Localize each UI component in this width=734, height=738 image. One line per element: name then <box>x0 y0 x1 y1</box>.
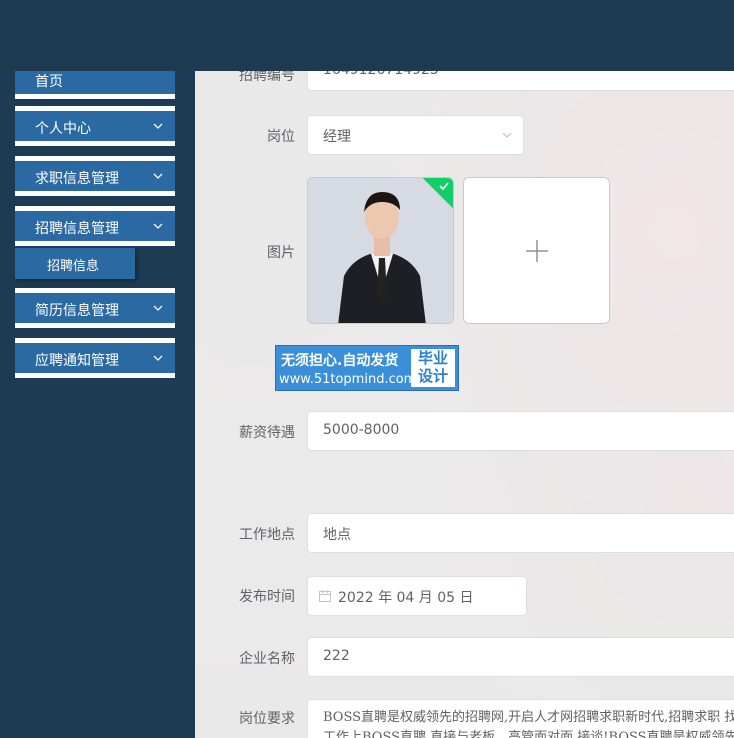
salary-label: 薪资待遇 <box>239 425 295 441</box>
top-header-bar <box>0 0 734 71</box>
calendar-icon <box>319 590 331 602</box>
sidebar-item-label: 应聘通知管理 <box>35 353 119 369</box>
promo-line2: www.51topmind.com <box>279 372 417 387</box>
location-field[interactable]: 地点 <box>307 513 734 553</box>
chevron-down-icon <box>153 123 163 129</box>
sidebar-item-label: 招聘信息管理 <box>35 221 119 237</box>
chevron-down-icon <box>153 355 163 361</box>
recruit-no-label: 招聘编号 <box>239 71 295 84</box>
person-photo <box>308 178 453 323</box>
upload-button[interactable] <box>463 177 610 324</box>
publish-time-field[interactable]: 2022 年 04 月 05 日 <box>307 576 527 616</box>
chevron-down-icon <box>153 305 163 311</box>
sidebar: 首页 个人中心 求职信息管理 招聘信息管理 招聘信息 简历信息管理 应聘通知管理 <box>0 59 195 738</box>
publish-time-label: 发布时间 <box>239 589 295 605</box>
chevron-down-icon <box>153 223 163 229</box>
promo-tag: 毕业 设计 <box>411 349 455 387</box>
check-icon <box>439 182 449 191</box>
position-value: 经理 <box>323 129 351 145</box>
company-label: 企业名称 <box>239 651 295 667</box>
location-value: 地点 <box>323 527 351 543</box>
main-content: 招聘编号 1649126714925 岗位 经理 图片 <box>195 71 734 738</box>
recruit-no-field[interactable]: 1649126714925 <box>307 71 734 91</box>
requirements-value: BOSS直聘是权威领先的招聘网,开启人才网招聘求职新时代,招聘求职 找工作上BO… <box>323 710 734 738</box>
sidebar-item-job-seeking[interactable]: 求职信息管理 <box>15 156 175 196</box>
promo-line1: 无须担心.自动发货 <box>281 353 399 369</box>
image-label: 图片 <box>267 245 295 261</box>
sidebar-item-resume[interactable]: 简历信息管理 <box>15 288 175 328</box>
recruit-no-value: 1649126714925 <box>323 71 439 78</box>
sidebar-item-label: 简历信息管理 <box>35 303 119 319</box>
plus-icon <box>526 240 548 262</box>
position-label: 岗位 <box>267 129 295 145</box>
sidebar-item-interview-notice[interactable]: 应聘通知管理 <box>15 338 175 378</box>
chevron-down-icon <box>153 173 163 179</box>
requirements-textarea[interactable]: BOSS直聘是权威领先的招聘网,开启人才网招聘求职新时代,招聘求职 找工作上BO… <box>307 699 734 738</box>
company-field[interactable]: 222 <box>307 637 734 677</box>
publish-time-value: 2022 年 04 月 05 日 <box>338 590 474 606</box>
sidebar-item-recruitment[interactable]: 招聘信息管理 <box>15 206 175 246</box>
requirements-label: 岗位要求 <box>239 711 295 727</box>
sidebar-item-personal-center[interactable]: 个人中心 <box>15 106 175 146</box>
company-value: 222 <box>323 648 350 664</box>
submenu-item-recruitment-info[interactable]: 招聘信息 <box>15 248 135 279</box>
promo-banner: 无须担心.自动发货 www.51topmind.com 毕业 设计 <box>275 345 459 391</box>
location-label: 工作地点 <box>239 527 295 543</box>
promo-tag-line2: 设计 <box>417 367 448 385</box>
sidebar-item-label: 首页 <box>35 74 63 90</box>
submenu-item-label: 招聘信息 <box>47 259 100 274</box>
sidebar-item-label: 个人中心 <box>35 121 91 137</box>
sidebar-item-label: 求职信息管理 <box>35 171 119 187</box>
promo-tag-line1: 毕业 <box>417 349 448 367</box>
salary-value: 5000-8000 <box>323 422 400 438</box>
uploaded-photo[interactable] <box>307 177 454 324</box>
salary-field[interactable]: 5000-8000 <box>307 411 734 451</box>
position-select[interactable]: 经理 <box>307 115 524 155</box>
chevron-down-icon <box>502 132 512 138</box>
